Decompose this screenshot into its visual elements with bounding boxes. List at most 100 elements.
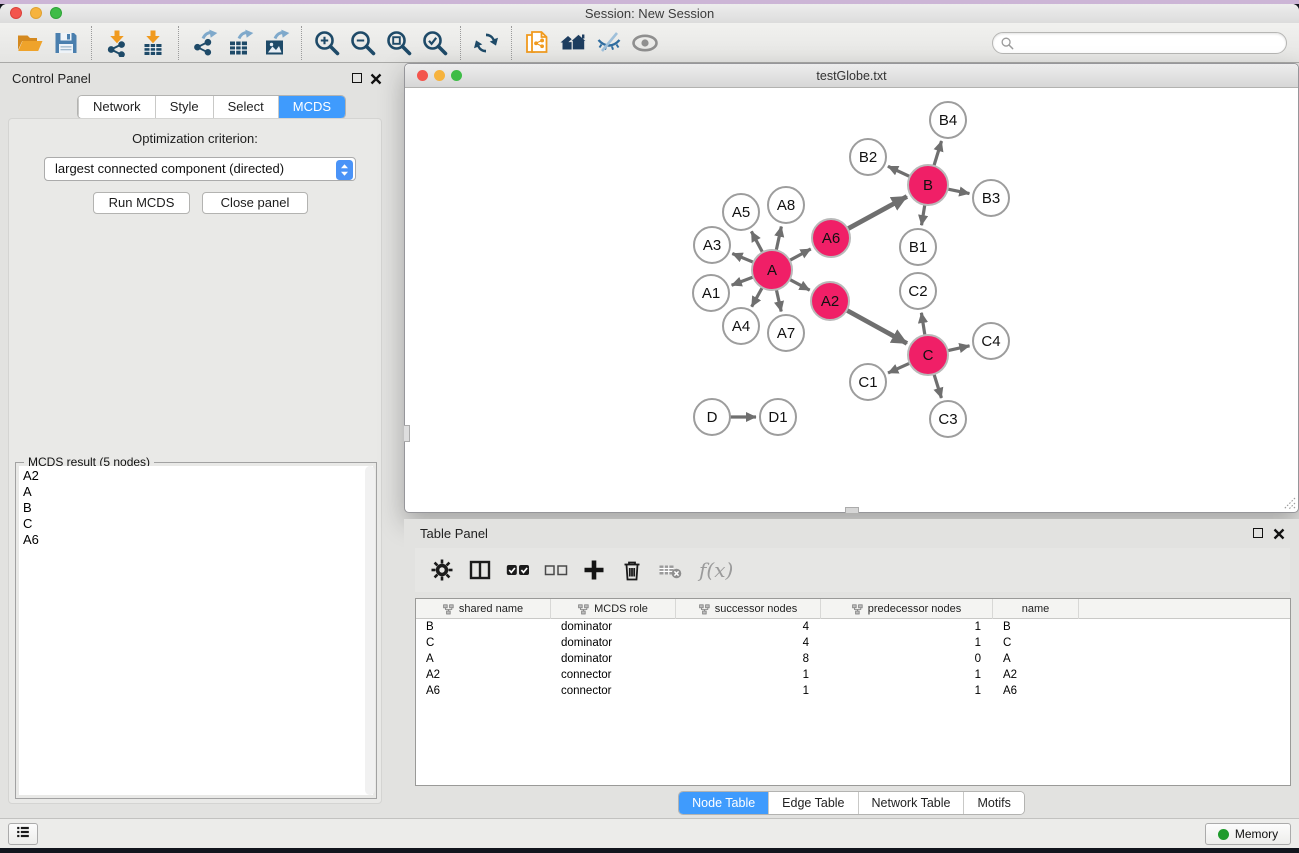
deselect-all-button[interactable]: [543, 557, 569, 583]
export-network-button[interactable]: [186, 26, 222, 60]
edge-B-B1[interactable]: [922, 205, 925, 226]
node-A7[interactable]: A7: [767, 314, 805, 352]
minimize-traffic-light[interactable]: [30, 7, 42, 19]
tab-network[interactable]: Network: [78, 96, 155, 118]
edge-B-B2[interactable]: [888, 166, 910, 176]
edge-A-A1[interactable]: [732, 277, 754, 285]
gear-button[interactable]: [429, 557, 455, 583]
result-scrollbar[interactable]: [365, 466, 375, 795]
edge-A-A4[interactable]: [752, 287, 763, 306]
birdseye-handle-bottom[interactable]: [845, 507, 859, 513]
table-row[interactable]: Adominator80A: [416, 651, 1290, 667]
import-table-button[interactable]: [135, 26, 171, 60]
criterion-dropdown[interactable]: largest connected component (directed): [44, 157, 356, 181]
memory-button[interactable]: Memory: [1205, 823, 1291, 845]
save-button[interactable]: [48, 26, 84, 60]
zoom-selected-button[interactable]: [417, 26, 453, 60]
tab-style[interactable]: Style: [155, 96, 213, 118]
node-A8[interactable]: A8: [767, 186, 805, 224]
node-D[interactable]: D: [693, 398, 731, 436]
edge-A6-B[interactable]: [848, 197, 907, 229]
zoom-fit-button[interactable]: [381, 26, 417, 60]
node-B4[interactable]: B4: [929, 101, 967, 139]
close-panel-button[interactable]: Close panel: [202, 192, 308, 214]
open-button[interactable]: [12, 26, 48, 60]
column-header-predecessor-nodes[interactable]: predecessor nodes: [821, 599, 993, 619]
network-minimize-traffic-light[interactable]: [434, 70, 445, 81]
doc-network-button[interactable]: [519, 26, 555, 60]
task-history-button[interactable]: [8, 823, 38, 845]
node-B2[interactable]: B2: [849, 138, 887, 176]
tab-node-table[interactable]: Node Table: [679, 792, 768, 814]
node-A3[interactable]: A3: [693, 226, 731, 264]
column-header-shared-name[interactable]: shared name: [416, 599, 551, 619]
node-C4[interactable]: C4: [972, 322, 1010, 360]
split-view-button[interactable]: [467, 557, 493, 583]
birdseye-handle-left[interactable]: [404, 425, 410, 442]
network-canvas[interactable]: B4B2BB3A8A5A6A3B1AC2A1A2A4A7C4CC1C3DD1: [405, 88, 1298, 512]
node-B3[interactable]: B3: [972, 179, 1010, 217]
mcds-result-item[interactable]: A6: [19, 532, 373, 548]
delete-table-button[interactable]: [657, 557, 683, 583]
table-row[interactable]: A2connector11A2: [416, 667, 1290, 683]
node-B[interactable]: B: [907, 164, 949, 206]
delete-button[interactable]: [619, 557, 645, 583]
export-table-button[interactable]: [222, 26, 258, 60]
tab-motifs[interactable]: Motifs: [963, 792, 1023, 814]
edge-B-B4[interactable]: [934, 141, 942, 166]
node-A1[interactable]: A1: [692, 274, 730, 312]
node-A[interactable]: A: [751, 249, 793, 291]
edge-C-C2[interactable]: [921, 313, 925, 336]
table-row[interactable]: Bdominator41B: [416, 619, 1290, 635]
node-A6[interactable]: A6: [811, 218, 851, 258]
edge-A-A5[interactable]: [751, 231, 762, 252]
mcds-result-item[interactable]: A2: [19, 468, 373, 484]
resize-grip-icon[interactable]: [1282, 496, 1296, 510]
node-C3[interactable]: C3: [929, 400, 967, 438]
zoom-out-button[interactable]: [345, 26, 381, 60]
table-row[interactable]: Cdominator41C: [416, 635, 1290, 651]
refresh-button[interactable]: [468, 26, 504, 60]
export-image-button[interactable]: [258, 26, 294, 60]
search-field[interactable]: [992, 32, 1287, 54]
edge-C-C4[interactable]: [948, 346, 970, 351]
column-header-name[interactable]: name: [993, 599, 1079, 619]
edge-A2-C[interactable]: [847, 310, 907, 343]
mcds-result-item[interactable]: B: [19, 500, 373, 516]
edge-B-B3[interactable]: [948, 189, 970, 194]
node-A4[interactable]: A4: [722, 307, 760, 345]
tab-network-table[interactable]: Network Table: [858, 792, 964, 814]
close-traffic-light[interactable]: [10, 7, 22, 19]
edge-A-A8[interactable]: [776, 227, 781, 251]
select-all-button[interactable]: [505, 557, 531, 583]
eye-button[interactable]: [627, 26, 663, 60]
zoom-in-button[interactable]: [309, 26, 345, 60]
node-C2[interactable]: C2: [899, 272, 937, 310]
zoom-traffic-light[interactable]: [50, 7, 62, 19]
mcds-result-item[interactable]: C: [19, 516, 373, 532]
edge-C-C1[interactable]: [888, 363, 910, 373]
tab-edge-table[interactable]: Edge Table: [768, 792, 857, 814]
edge-A-A2[interactable]: [790, 279, 810, 290]
search-input[interactable]: [1019, 34, 1279, 52]
float-panel-icon[interactable]: [352, 73, 362, 83]
tab-select[interactable]: Select: [213, 96, 278, 118]
app-titlebar[interactable]: Session: New Session: [0, 4, 1299, 23]
edge-A-A7[interactable]: [776, 290, 781, 312]
edge-C-C3[interactable]: [934, 374, 941, 398]
run-mcds-button[interactable]: Run MCDS: [93, 192, 190, 214]
fx-function-builder-button[interactable]: f(x): [699, 558, 733, 582]
node-D1[interactable]: D1: [759, 398, 797, 436]
home-button[interactable]: [555, 26, 591, 60]
node-C1[interactable]: C1: [849, 363, 887, 401]
tab-mcds[interactable]: MCDS: [278, 96, 345, 118]
edge-A-A6[interactable]: [790, 249, 811, 260]
network-window-titlebar[interactable]: testGlobe.txt: [405, 64, 1298, 88]
column-header-mcds-role[interactable]: MCDS role: [551, 599, 676, 619]
node-C[interactable]: C: [907, 334, 949, 376]
node-A2[interactable]: A2: [810, 281, 850, 321]
network-close-traffic-light[interactable]: [417, 70, 428, 81]
network-zoom-traffic-light[interactable]: [451, 70, 462, 81]
add-button[interactable]: [581, 557, 607, 583]
column-header-successor-nodes[interactable]: successor nodes: [676, 599, 821, 619]
